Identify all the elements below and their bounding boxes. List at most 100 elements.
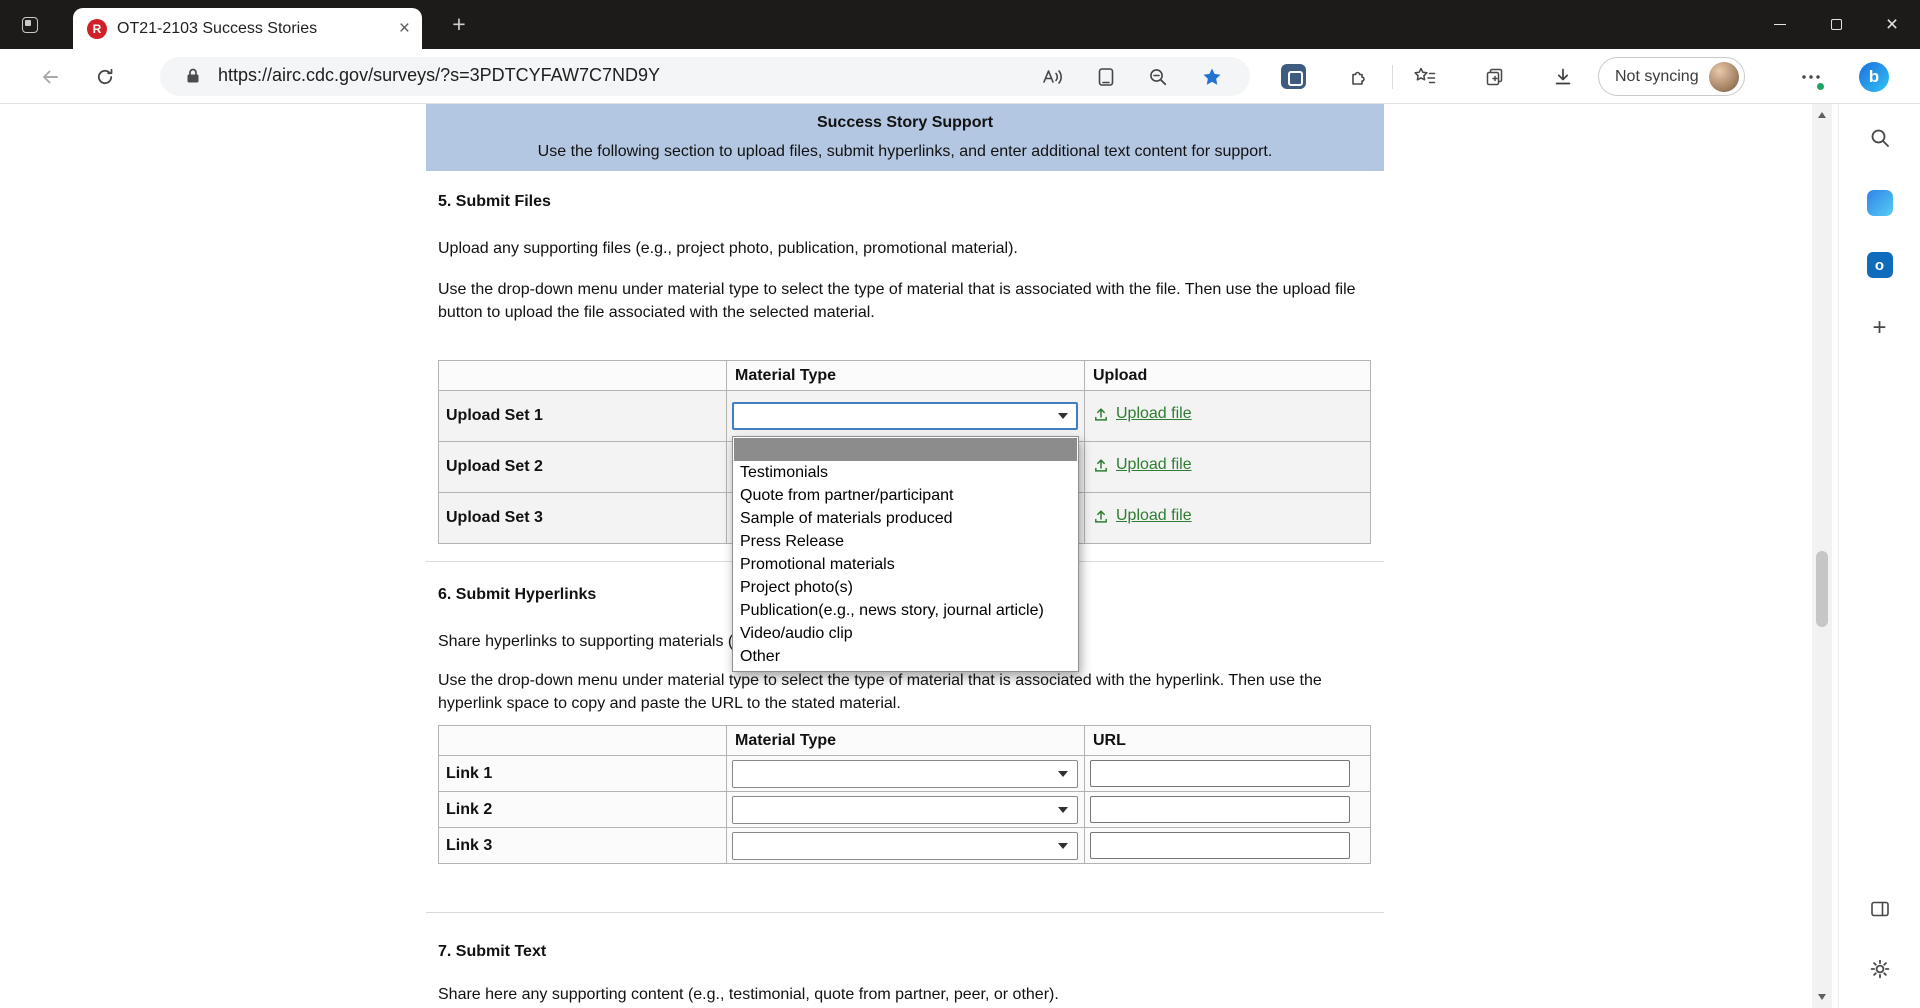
toolbar-divider [1392,65,1393,89]
browser-viewport: Success Story Support Use the following … [0,104,1920,1008]
extensions-button[interactable] [1344,49,1374,104]
download-icon [1552,66,1574,88]
dropdown-option[interactable]: Video/audio clip [734,622,1077,645]
sidebar-search-button[interactable] [1868,126,1892,150]
question6-instructions: Use the drop-down menu under material ty… [438,669,1368,715]
material-type-select-1[interactable] [732,402,1078,430]
immersive-reader-icon [1095,66,1117,88]
notification-badge [1816,82,1825,91]
tab-actions-button[interactable] [14,9,46,41]
scroll-up-button[interactable] [1812,106,1832,124]
favorites-button[interactable] [1408,49,1442,104]
material-type-header: Material Type [727,726,1085,756]
dropdown-option[interactable]: Promotional materials [734,553,1077,576]
banner-title: Success Story Support [446,112,1364,133]
scroll-down-button[interactable] [1812,988,1832,1006]
profile-button[interactable]: Not syncing [1598,57,1745,96]
gear-icon [1868,957,1892,981]
extensions-puzzle-icon [1348,66,1370,88]
row-label: Link 1 [439,756,727,792]
url-header: URL [1085,726,1371,756]
sidebar-panel-button[interactable] [1869,898,1891,920]
upload-file-link-1[interactable]: Upload file [1093,405,1192,423]
scroll-down-icon [1818,994,1826,1000]
copilot-icon: b [1859,62,1889,92]
table-row: Upload Set 1 Upload file [439,391,1371,442]
sidebar-add-button[interactable]: + [1872,316,1886,340]
sidebar-settings-button[interactable] [1868,957,1892,981]
row-label: Link 3 [439,828,727,864]
plus-icon: + [1872,316,1886,340]
corner-header [439,726,727,756]
hyperlink-table: Material Type URL Link 1 Link 2 Link 3 [438,725,1371,864]
table-row: Link 1 [439,756,1371,792]
redcap-favicon-icon: R [87,19,107,39]
zoom-out-icon [1147,66,1169,88]
upload-icon [1093,406,1109,422]
section-divider [426,912,1384,913]
row-label: Link 2 [439,792,727,828]
outlook-icon: o [1867,252,1893,278]
dropdown-option[interactable]: Sample of materials produced [734,507,1077,530]
favorite-star-button[interactable] [1200,65,1224,89]
link-url-input-1[interactable] [1090,760,1350,787]
url-text[interactable]: https://airc.cdc.gov/surveys/?s=3PDTCYFA… [218,65,660,86]
chevron-down-icon [1058,843,1068,849]
row-label: Upload Set 2 [439,442,727,493]
lock-icon [184,67,202,85]
new-tab-button[interactable]: + [446,11,472,37]
refresh-icon [95,67,115,87]
window-controls: × [1752,0,1920,49]
zoom-out-button[interactable] [1146,65,1170,89]
tab-close-icon[interactable]: × [399,19,410,38]
link-url-input-2[interactable] [1090,796,1350,823]
corner-header [439,361,727,391]
dropdown-option[interactable]: Project photo(s) [734,576,1077,599]
window-close-button[interactable]: × [1864,0,1920,49]
question5-intro: Upload any supporting files (e.g., proje… [438,237,1368,260]
read-aloud-button[interactable] [1040,65,1064,89]
table-row: Link 3 [439,828,1371,864]
settings-menu-button[interactable] [1794,49,1828,104]
browser-toolbar: https://airc.cdc.gov/surveys/?s=3PDTCYFA… [0,49,1920,104]
immersive-reader-button[interactable] [1094,65,1118,89]
sidebar-discover-button[interactable] [1867,190,1893,216]
hyperlink-table-header-row: Material Type URL [439,726,1371,756]
page-scrollbar[interactable] [1812,104,1832,1008]
copilot-button[interactable]: b [1856,49,1892,104]
link-material-select-3[interactable] [732,832,1078,860]
profile-label: Not syncing [1615,68,1699,86]
upload-file-link-2[interactable]: Upload file [1093,456,1192,474]
chevron-down-icon [1058,807,1068,813]
row-label: Upload Set 3 [439,493,727,544]
sidebar-outlook-button[interactable]: o [1867,252,1893,278]
scrollbar-thumb[interactable] [1816,551,1828,627]
link-material-select-2[interactable] [732,796,1078,824]
link-url-input-3[interactable] [1090,832,1350,859]
pinned-extension-button[interactable] [1278,49,1308,104]
upload-file-link-3[interactable]: Upload file [1093,507,1192,525]
downloads-button[interactable] [1546,49,1580,104]
window-minimize-button[interactable] [1752,0,1808,49]
dropdown-option[interactable]: Testimonials [734,461,1077,484]
tab-strip: R OT21-2103 Success Stories × + × [0,0,1920,49]
link-material-select-1[interactable] [732,760,1078,788]
close-icon: × [1886,14,1898,35]
dropdown-option[interactable]: Quote from partner/participant [734,484,1077,507]
dropdown-option-blank[interactable] [734,438,1077,461]
address-bar[interactable]: https://airc.cdc.gov/surveys/?s=3PDTCYFA… [160,57,1250,96]
maximize-icon [1831,19,1842,30]
browser-tab[interactable]: R OT21-2103 Success Stories × [73,8,422,49]
window-maximize-button[interactable] [1808,0,1864,49]
question5-instructions: Use the drop-down menu under material ty… [438,278,1368,324]
dropdown-option[interactable]: Publication(e.g., news story, journal ar… [734,599,1077,622]
dropdown-option[interactable]: Press Release [734,530,1077,553]
upload-table-header-row: Material Type Upload [439,361,1371,391]
material-type-header: Material Type [727,361,1085,391]
tab-actions-icon [22,17,38,33]
back-button[interactable] [30,49,70,104]
refresh-button[interactable] [85,49,125,104]
question7-heading: 7. Submit Text [438,943,1384,961]
collections-button[interactable] [1478,49,1512,104]
dropdown-option[interactable]: Other [734,645,1077,668]
